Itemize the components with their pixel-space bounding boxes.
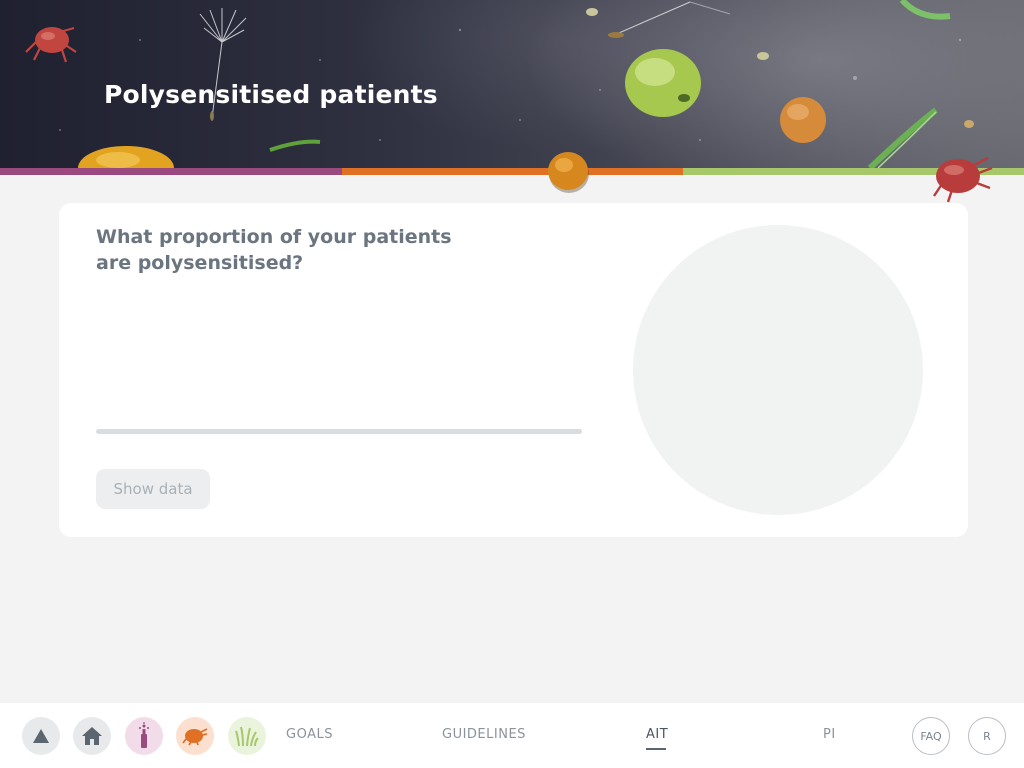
home-button[interactable] [73,717,111,755]
home-icon [82,727,102,745]
tree-section-bar [0,168,342,175]
bottom-navigation: GOALS GUIDELINES AIT PI FAQ R [0,703,1024,768]
nav-link-goals[interactable]: GOALS [286,727,333,742]
mite-section-bar [342,168,683,175]
green-pollen-illustration [625,49,701,117]
references-label: R [983,729,991,743]
active-tab-indicator [646,748,666,750]
nav-link-guidelines[interactable]: GUIDELINES [442,727,526,742]
header-banner: Polysensitised patients [0,0,1024,168]
references-button[interactable]: R [968,717,1006,755]
grass-pollen-button[interactable] [228,717,266,755]
nav-link-ait[interactable]: AIT [646,727,668,742]
page-title: Polysensitised patients [104,80,438,109]
up-button[interactable] [22,717,60,755]
orange-pollen-marker-icon [548,152,589,193]
house-dust-mite-button[interactable] [176,717,214,755]
show-data-button[interactable]: Show data [96,469,210,509]
house-dust-mite-icon [182,728,208,746]
question-text: What proportion of your patients are pol… [96,226,452,274]
up-arrow-icon [33,729,49,743]
faq-button[interactable]: FAQ [912,717,950,755]
tree-pollen-icon [139,722,149,748]
question-card: What proportion of your patients are pol… [59,203,968,537]
mite-illustration-left [25,26,77,63]
tree-pollen-button[interactable] [125,717,163,755]
faq-label: FAQ [920,729,942,743]
grass-pollen-icon [235,726,259,747]
proportion-slider[interactable] [96,429,582,434]
mite-illustration-right [933,156,993,203]
nav-link-pi[interactable]: PI [823,727,836,742]
pie-chart-placeholder [633,225,923,515]
